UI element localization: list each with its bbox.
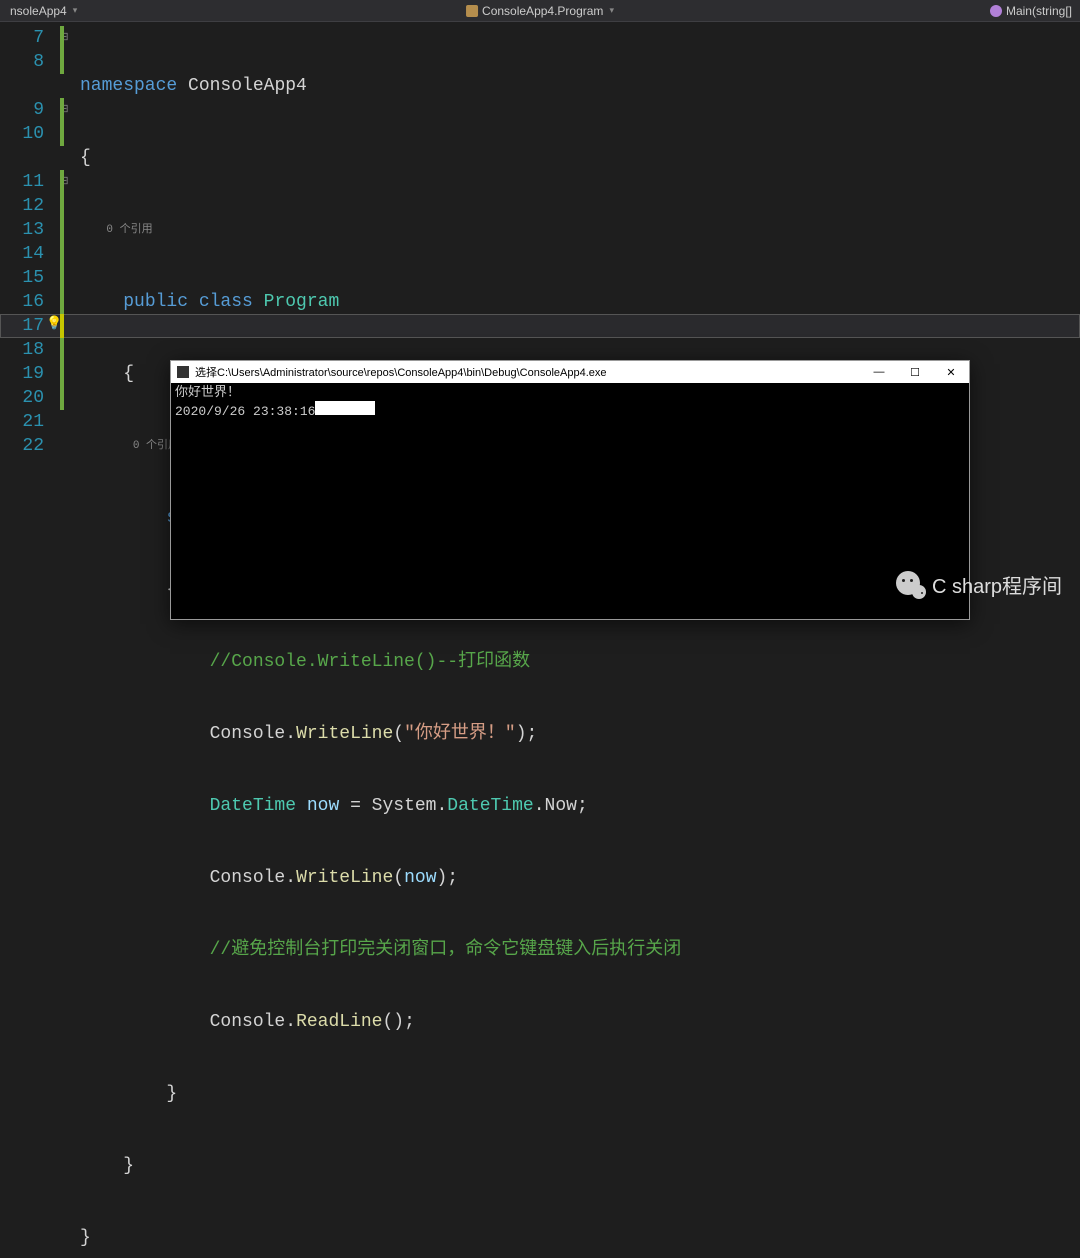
keyword: public class [123,292,253,312]
breadcrumb-file-label: nsoleApp4 [10,4,67,18]
line-number: 20 [0,386,56,410]
breadcrumb-class-label: ConsoleApp4.Program [482,4,603,18]
brace: } [80,1228,91,1248]
identifier: ConsoleApp4 [188,76,307,96]
change-indicator [60,26,64,410]
line-number: 17 [0,314,56,338]
codelens-spacer [0,74,56,98]
console-selection [315,401,375,415]
line-number: 10 [0,122,56,146]
chevron-down-icon: ▾ [73,5,78,16]
brace: } [166,1084,177,1104]
console-titlebar[interactable]: 选择C:\Users\Administrator\source\repos\Co… [171,361,969,383]
fold-toggle[interactable]: ⊟ [56,98,72,122]
line-number: 21 [0,410,56,434]
breadcrumb-class[interactable]: ConsoleApp4.Program ▾ [466,4,614,18]
line-number: 11 [0,170,56,194]
breadcrumb-method-label: Main(string[] [1006,4,1072,18]
class-icon [466,5,478,17]
console-line: 你好世界！ [175,385,240,400]
console-line: 2020/9/26 23:38:16 [175,404,315,419]
console-window[interactable]: 选择C:\Users\Administrator\source\repos\Co… [170,360,970,620]
line-number: 7 [0,26,56,50]
fold-toggle[interactable]: ⊟ [56,170,72,194]
close-button[interactable]: ✕ [933,361,969,383]
brace: { [123,364,134,384]
console-output[interactable]: 你好世界！ 2020/9/26 23:38:16 [171,383,969,422]
chevron-down-icon: ▾ [609,5,614,16]
brace: } [123,1156,134,1176]
line-number: 13 [0,218,56,242]
console-title: 选择C:\Users\Administrator\source\repos\Co… [195,364,861,380]
comment: //避免控制台打印完关闭窗口，命令它键盘键入后执行关闭 [210,940,682,960]
line-number: 8 [0,50,56,74]
codelens-spacer [0,146,56,170]
wechat-icon [896,569,926,599]
line-number: 12 [0,194,56,218]
line-number: 16 [0,290,56,314]
line-number: 18 [0,338,56,362]
line-number-gutter: 7 8 9 10 11 12 13 14 15 16 17 18 19 20 2… [0,22,56,629]
code-area[interactable]: namespace ConsoleApp4 { 0 个引用 public cla… [80,26,1080,1258]
watermark-text: C sharp程序间 [932,570,1062,599]
breadcrumb-method[interactable]: Main(string[] [990,4,1072,18]
breadcrumb-file[interactable]: nsoleApp4 ▾ [4,4,83,18]
method-icon [990,5,1002,17]
fold-toggle[interactable]: ⊟ [56,26,72,50]
watermark: C sharp程序间 [896,569,1062,599]
codelens-references[interactable]: 0 个引用 [106,224,152,236]
brace: { [80,148,91,168]
line-number: 9 [0,98,56,122]
comment: //Console.WriteLine()--打印函数 [210,652,530,672]
code-folding-column: ⊟ ⊟ ⊟ [56,22,72,629]
breadcrumb-bar: nsoleApp4 ▾ ConsoleApp4.Program ▾ Main(s… [0,0,1080,22]
keyword: namespace [80,76,177,96]
line-number: 22 [0,434,56,458]
string-literal: "你好世界！" [404,724,516,744]
line-number: 15 [0,266,56,290]
type-name: Program [264,292,340,312]
minimize-button[interactable]: — [861,361,897,383]
console-icon [177,366,189,378]
line-number: 19 [0,362,56,386]
maximize-button[interactable]: ☐ [897,361,933,383]
line-number: 14 [0,242,56,266]
